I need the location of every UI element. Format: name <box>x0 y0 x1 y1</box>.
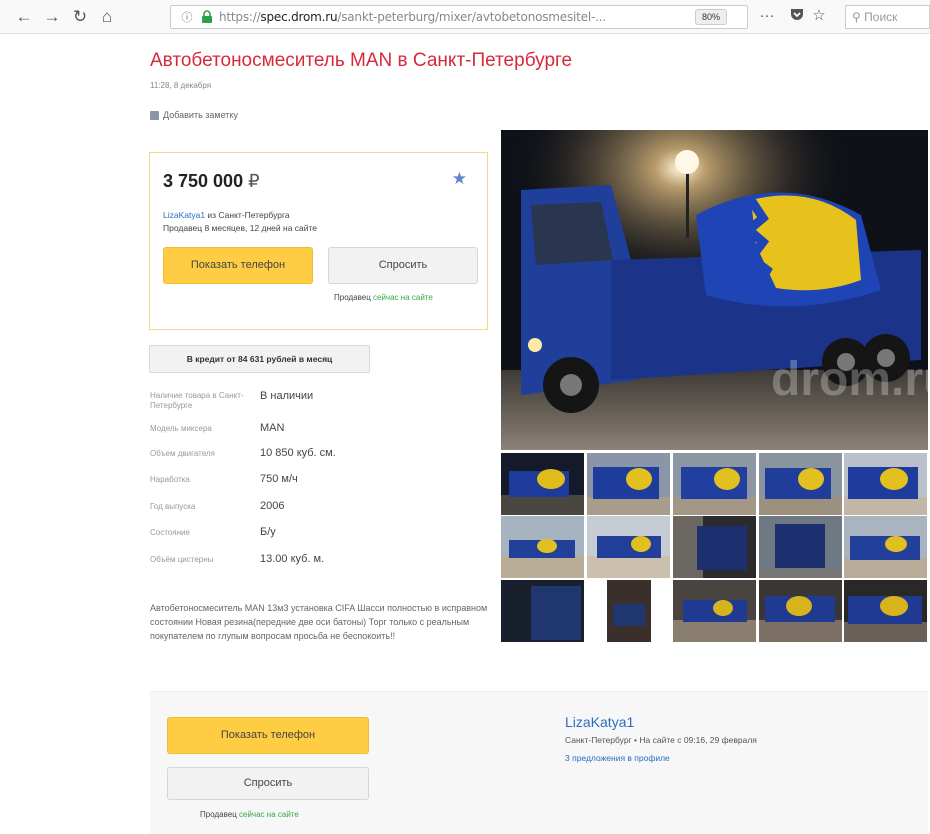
seller-name-link[interactable]: LizaKatya1 <box>565 714 757 730</box>
seller-info: LizaKatya1 из Санкт-Петербурга Продавец … <box>163 210 318 233</box>
credit-button[interactable]: В кредит от 84 631 рублей в месяц <box>149 345 370 373</box>
search-input[interactable]: ⚲ Поиск <box>845 5 930 29</box>
thumbnail[interactable] <box>587 580 670 642</box>
zoom-indicator[interactable]: 80% <box>695 9 728 25</box>
show-phone-button-bottom[interactable]: Показать телефон <box>167 717 369 754</box>
thumbnail[interactable] <box>501 453 584 515</box>
seller-card: LizaKatya1 Санкт-Петербург • На сайте с … <box>565 714 757 763</box>
thumbnail[interactable] <box>844 516 927 578</box>
reload-icon[interactable]: ↻ <box>70 7 90 27</box>
thumbnail[interactable] <box>501 516 584 578</box>
thumbnail[interactable] <box>673 516 756 578</box>
thumbnail[interactable] <box>844 453 927 515</box>
note-icon <box>150 110 159 120</box>
seller-link[interactable]: LizaKatya1 <box>163 210 205 220</box>
thumbnail[interactable] <box>501 580 584 642</box>
price-box: 3 750 000 ₽ ★ LizaKatya1 из Санкт-Петерб… <box>149 152 488 330</box>
thumbnail[interactable] <box>759 580 842 642</box>
thumbnail[interactable] <box>759 516 842 578</box>
browser-toolbar: ← → ↻ ⌂ ⓘ https://spec.drom.ru/sankt-pet… <box>0 0 930 34</box>
main-photo[interactable]: drom.ru <box>501 130 928 450</box>
seller-offers-link[interactable]: 3 предложения в профиле <box>565 753 757 763</box>
thumbnail[interactable] <box>587 516 670 578</box>
more-icon[interactable]: ··· <box>757 6 777 26</box>
info-icon[interactable]: ⓘ <box>179 9 195 25</box>
thumbnail[interactable] <box>844 580 927 642</box>
back-arrow-icon[interactable]: ← <box>14 7 34 27</box>
price: 3 750 000 ₽ <box>163 171 260 191</box>
listing-description: Автобетоносмеситель MAN 13м3 установка C… <box>150 603 488 641</box>
add-note-link[interactable]: Добавить заметку <box>150 110 238 120</box>
address-bar[interactable]: ⓘ https://spec.drom.ru/sankt-peterburg/m… <box>170 5 748 29</box>
thumbnail[interactable] <box>673 453 756 515</box>
pocket-icon[interactable] <box>787 6 807 26</box>
show-phone-button[interactable]: Показать телефон <box>163 247 313 284</box>
lock-icon <box>202 10 212 23</box>
ask-button-bottom[interactable]: Спросить <box>167 767 369 800</box>
search-icon: ⚲ <box>852 10 861 24</box>
page-title: Автобетоносмеситель MAN в Санкт-Петербур… <box>150 50 573 71</box>
thumbnail-grid <box>501 453 928 643</box>
home-icon[interactable]: ⌂ <box>97 7 117 27</box>
thumbnail[interactable] <box>587 453 670 515</box>
favorite-star-icon[interactable]: ★ <box>452 169 467 189</box>
seller-meta: Санкт-Петербург • На сайте с 09:16, 29 ф… <box>565 735 757 745</box>
watermark: drom.ru <box>771 353 928 406</box>
bottom-contact-panel: Показать телефон Спросить Продавец сейча… <box>150 691 928 834</box>
seller-online-status: Продавец сейчас на сайте <box>334 293 433 302</box>
thumbnail[interactable] <box>673 580 756 642</box>
forward-arrow-icon[interactable]: → <box>42 7 62 27</box>
url-text: https://spec.drom.ru/sankt-peterburg/mix… <box>219 10 606 24</box>
listing-date: 11:28, 8 декабря <box>150 81 212 90</box>
seller-online-status-bottom: Продавец сейчас на сайте <box>200 810 299 819</box>
thumbnail[interactable] <box>759 453 842 515</box>
bookmark-star-icon[interactable]: ☆ <box>809 6 829 26</box>
ask-button[interactable]: Спросить <box>328 247 478 284</box>
